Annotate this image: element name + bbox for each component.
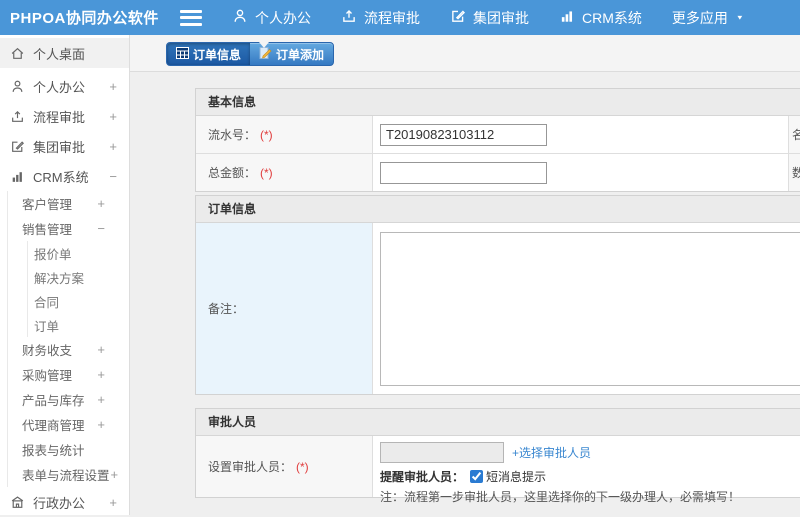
- sidebar-item-agent-mgmt[interactable]: 代理商管理 +: [8, 412, 129, 437]
- sales-submenu: 报价单 解决方案 合同 订单: [27, 241, 129, 337]
- edit-icon: [450, 8, 473, 27]
- section-title: 订单信息: [196, 196, 800, 223]
- app-title: PHPOA协同办公软件: [10, 10, 159, 27]
- section-title: 基本信息: [196, 89, 800, 116]
- clipped-side-label: 名: [789, 116, 800, 153]
- sidebar-item-reports[interactable]: 报表与统计: [8, 437, 129, 462]
- expand-plus-icon[interactable]: +: [109, 109, 117, 124]
- user-icon: [10, 79, 25, 94]
- sidebar-item-admin-office[interactable]: 行政办公 +: [0, 487, 129, 517]
- nav-crm-system[interactable]: CRM系统: [559, 8, 642, 28]
- expand-plus-icon[interactable]: +: [111, 467, 119, 482]
- office-building-icon: [10, 495, 25, 510]
- expand-plus-icon[interactable]: +: [97, 342, 105, 357]
- approver-picker-input[interactable]: [380, 442, 504, 463]
- sidebar-item-customer-mgmt[interactable]: 客户管理 +: [8, 191, 129, 216]
- sidebar-item-form-flow-settings[interactable]: 表单与流程设置 +: [8, 462, 129, 487]
- expand-plus-icon[interactable]: +: [109, 139, 117, 154]
- sidebar-item-sales-mgmt[interactable]: 销售管理 −: [8, 216, 129, 241]
- clipped-side-label: 数: [789, 154, 800, 191]
- collapse-minus-icon[interactable]: −: [97, 221, 105, 236]
- remind-label: 提醒审批人员：: [380, 470, 465, 484]
- field-label: 总金额：: [208, 166, 257, 180]
- nav-group-approval[interactable]: 集团审批: [450, 8, 529, 28]
- bar-chart-icon: [10, 169, 25, 184]
- field-label: 流水号：: [208, 128, 257, 142]
- caret-down-icon: ▼: [735, 13, 744, 22]
- required-marker: (*): [260, 127, 273, 142]
- crm-submenu: 客户管理 + 销售管理 − 报价单 解决方案 合同 订单 财务收支 + 采购管理…: [7, 191, 129, 487]
- form-row-serial-number: 流水号： (*) 名: [196, 116, 800, 154]
- serial-number-input[interactable]: [380, 123, 547, 146]
- section-order-info: 订单信息 备注：: [195, 195, 800, 395]
- section-title: 审批人员: [196, 409, 800, 436]
- field-label: 备注：: [208, 302, 245, 316]
- content-area: 订单信息 订单添加 基本信息 流水号： (*) T20190823103112 …: [130, 35, 800, 515]
- tab-strip: 订单信息 订单添加: [130, 35, 800, 72]
- add-form-icon: [259, 46, 276, 62]
- expand-plus-icon[interactable]: +: [97, 417, 105, 432]
- remark-textarea[interactable]: [380, 231, 800, 386]
- expand-plus-icon[interactable]: +: [97, 196, 105, 211]
- edit-icon: [10, 139, 25, 154]
- top-navigation: 个人办公 流程审批 集团审批 CRM系统 更多应用 ▼: [232, 8, 774, 28]
- sidebar-item-group-approval[interactable]: 集团审批 +: [0, 131, 129, 161]
- form-row-approver: 设置审批人员： (*) +选择审批人员 提醒审批人员： 短消息提示 注：流程第一…: [196, 436, 800, 504]
- order-add-form: 基本信息 流水号： (*) 名 总金额： (*: [195, 88, 800, 504]
- sidebar-item-process-approval[interactable]: 流程审批 +: [0, 101, 129, 131]
- user-icon: [232, 8, 255, 27]
- collapse-minus-icon[interactable]: −: [109, 169, 117, 184]
- sidebar: 个人桌面 个人办公 + 流程审批 + 集团审批 + CRM系统 − 客户管理 +: [0, 35, 130, 515]
- sidebar-item-purchase-mgmt[interactable]: 采购管理 +: [8, 362, 129, 387]
- sms-notify-checkbox[interactable]: [470, 470, 484, 483]
- approver-note: 注：流程第一步审批人员，这里选择你的下一级办理人，必需填写！: [380, 490, 741, 504]
- menu-toggle-button[interactable]: [180, 9, 202, 26]
- section-basic-info: 基本信息 流水号： (*) 名 总金额： (*: [195, 88, 800, 192]
- required-marker: (*): [296, 459, 309, 474]
- form-row-remark: 备注：: [196, 223, 800, 394]
- tab-bar: 订单信息 订单添加: [166, 42, 335, 66]
- home-icon: [10, 46, 25, 61]
- nav-process-approval[interactable]: 流程审批: [341, 8, 420, 28]
- expand-plus-icon[interactable]: +: [97, 367, 105, 382]
- sms-notify-label: 短消息提示: [486, 470, 547, 484]
- tab-notch: [259, 42, 269, 48]
- section-approver: 审批人员 设置审批人员： (*) +选择审批人员 提醒审批人员： 短消息提示 注…: [195, 408, 800, 504]
- sidebar-item-personal-office[interactable]: 个人办公 +: [0, 71, 129, 101]
- field-label: 设置审批人员：: [208, 460, 293, 474]
- required-marker: (*): [260, 165, 273, 180]
- expand-plus-icon[interactable]: +: [109, 495, 117, 510]
- bar-chart-icon: [559, 8, 582, 27]
- expand-plus-icon[interactable]: +: [109, 79, 117, 94]
- sidebar-item-finance[interactable]: 财务收支 +: [8, 337, 129, 362]
- sidebar-item-crm-system[interactable]: CRM系统 −: [0, 161, 129, 191]
- choose-approver-link[interactable]: +选择审批人员: [512, 444, 591, 461]
- topbar: PHPOA协同办公软件 个人办公 流程审批 集团审批 CRM系统 更多应用 ▼: [0, 0, 800, 35]
- form-row-total-amount: 总金额： (*) 数: [196, 154, 800, 191]
- sidebar-item-product-inventory[interactable]: 产品与库存 +: [8, 387, 129, 412]
- sidebar-item-quotation[interactable]: 报价单: [28, 241, 129, 265]
- sidebar-item-contract[interactable]: 合同: [28, 289, 129, 313]
- tab-order-info[interactable]: 订单信息: [167, 43, 251, 65]
- sidebar-item-solution[interactable]: 解决方案: [28, 265, 129, 289]
- nav-personal-office[interactable]: 个人办公: [232, 8, 311, 28]
- table-icon: [176, 46, 193, 62]
- approval-tray-icon: [341, 8, 364, 27]
- nav-more-apps[interactable]: 更多应用 ▼: [672, 8, 744, 28]
- sidebar-item-personal-desktop[interactable]: 个人桌面: [0, 38, 129, 68]
- total-amount-input[interactable]: [380, 161, 547, 184]
- sidebar-item-order[interactable]: 订单: [28, 313, 129, 337]
- expand-plus-icon[interactable]: +: [97, 392, 105, 407]
- approval-tray-icon: [10, 109, 25, 124]
